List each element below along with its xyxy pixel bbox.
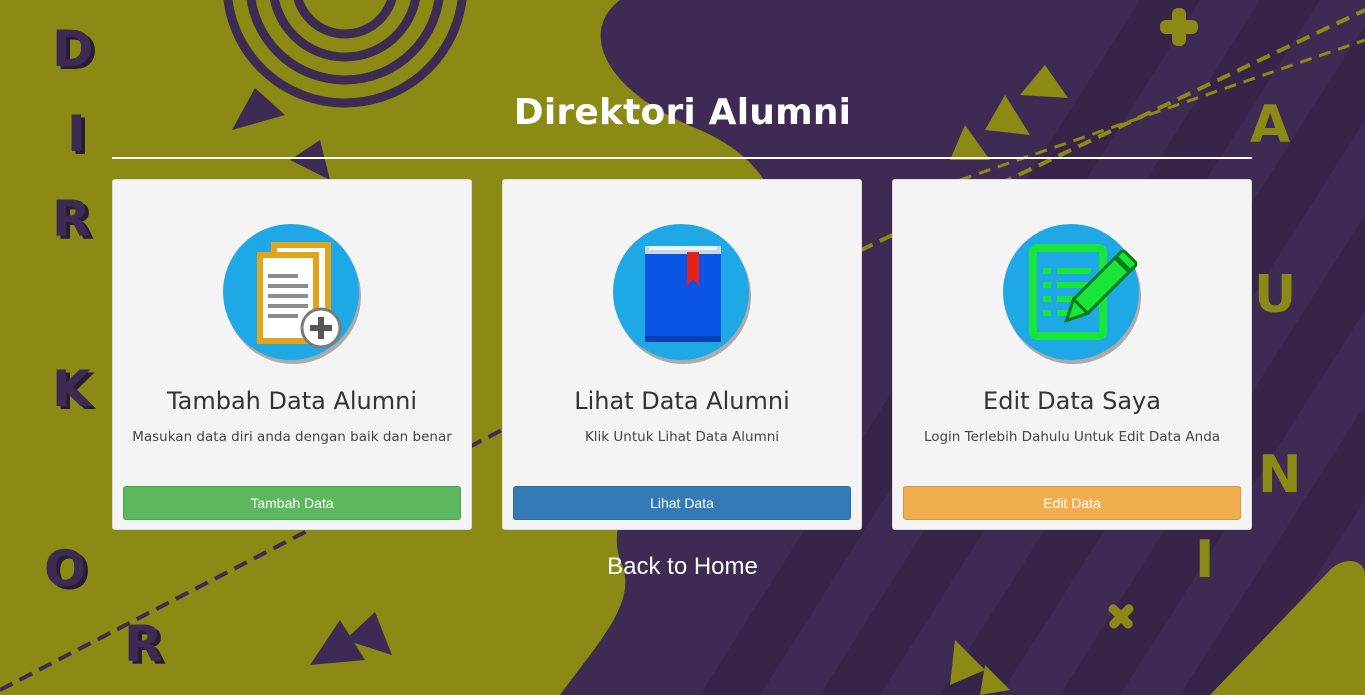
decor-letter: R (52, 190, 91, 248)
decor-letter: R (124, 615, 163, 673)
card-tambah-data: Tambah Data Alumni Masukan data diri and… (112, 179, 472, 530)
card-description: Klik Untuk Lihat Data Alumni (584, 429, 780, 445)
right-decor-letters: A U N I (1195, 95, 1330, 695)
edit-document-icon (1003, 224, 1141, 364)
decor-letter: D (52, 20, 94, 78)
card-description: Login Terlebih Dahulu Untuk Edit Data An… (923, 429, 1221, 445)
card-title: Lihat Data Alumni (574, 387, 790, 415)
page-title: Direktori Alumni (513, 92, 852, 133)
card-description: Masukan data diri anda dengan baik dan b… (132, 429, 452, 445)
add-document-icon (223, 224, 361, 364)
tambah-data-button[interactable]: Tambah Data (123, 486, 461, 520)
decor-letter: K (52, 360, 91, 418)
edit-data-button[interactable]: Edit Data (903, 486, 1241, 520)
decor-letter: U (1254, 265, 1297, 325)
book-icon (613, 224, 751, 364)
back-to-home-link[interactable]: Back to Home (0, 553, 1365, 581)
lihat-data-button[interactable]: Lihat Data (513, 486, 851, 520)
decor-letter: N (1258, 445, 1302, 505)
card-lihat-data: Lihat Data Alumni Klik Untuk Lihat Data … (502, 179, 862, 530)
card-title: Edit Data Saya (983, 387, 1161, 415)
card-title: Tambah Data Alumni (166, 387, 418, 415)
title-divider (112, 157, 1252, 159)
card-edit-data: Edit Data Saya Login Terlebih Dahulu Unt… (892, 179, 1252, 530)
